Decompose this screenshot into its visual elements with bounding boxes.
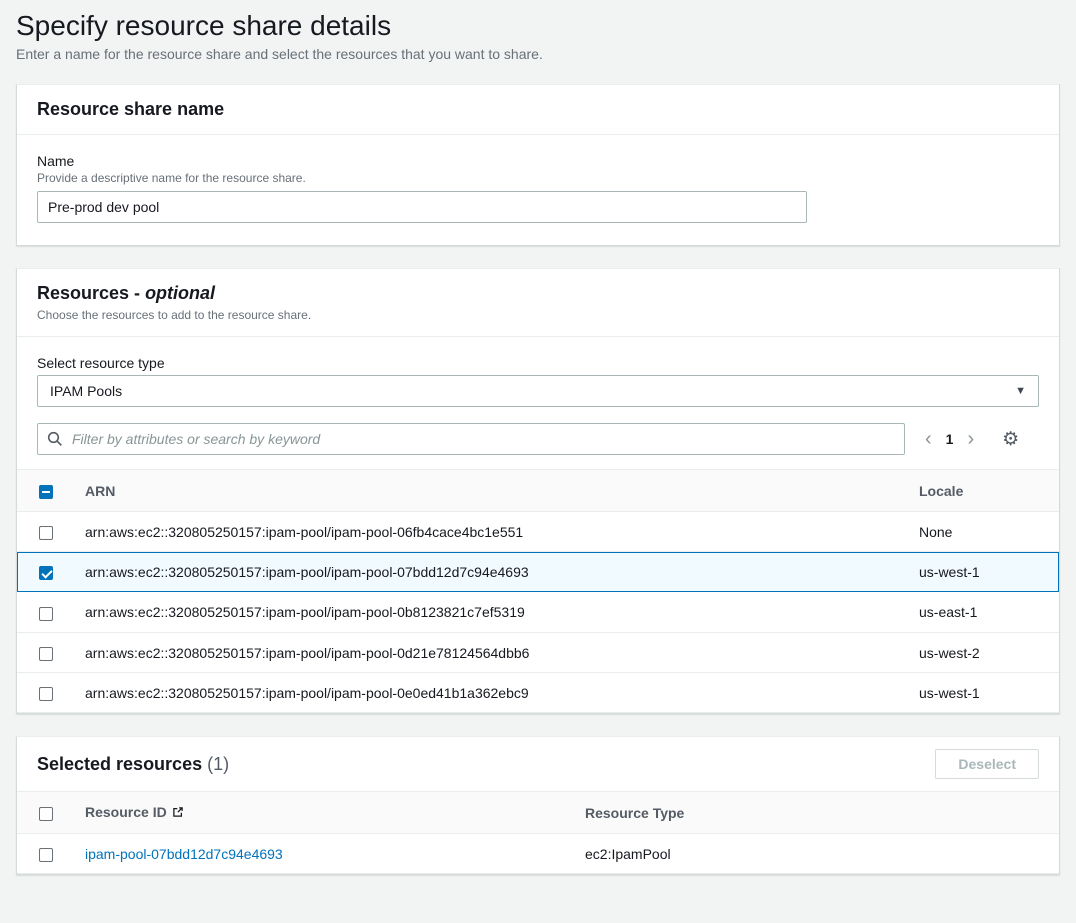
resource-id-column-header: Resource ID [75,791,575,834]
resources-title: Resources - optional [37,283,1039,304]
table-row[interactable]: arn:aws:ec2::320805250157:ipam-pool/ipam… [17,512,1059,552]
resource-share-name-header: Resource share name [17,85,1059,135]
select-all-checkbox[interactable] [39,485,53,499]
locale-cell: None [909,512,1059,552]
resource-id-header-label: Resource ID [85,804,167,820]
resource-id-link[interactable]: ipam-pool-07bdd12d7c94e4693 [85,846,283,862]
arn-cell: arn:aws:ec2::320805250157:ipam-pool/ipam… [75,592,909,632]
selected-table-row[interactable]: ipam-pool-07bdd12d7c94e4693 ec2:IpamPool [17,834,1059,874]
locale-cell: us-west-2 [909,633,1059,673]
resources-card: Resources - optional Choose the resource… [16,268,1060,714]
table-row[interactable]: arn:aws:ec2::320805250157:ipam-pool/ipam… [17,592,1059,632]
current-page-number: 1 [940,431,960,447]
row-checkbox[interactable] [39,566,53,580]
arn-cell: arn:aws:ec2::320805250157:ipam-pool/ipam… [75,512,909,552]
resource-type-cell: ec2:IpamPool [575,834,1059,874]
arn-cell: arn:aws:ec2::320805250157:ipam-pool/ipam… [75,633,909,673]
row-checkbox[interactable] [39,526,53,540]
resource-share-name-title: Resource share name [37,99,1039,120]
locale-cell: us-east-1 [909,592,1059,632]
previous-page-button[interactable]: ‹ [917,427,940,451]
resources-header: Resources - optional Choose the resource… [17,269,1059,337]
selected-select-all-checkbox[interactable] [39,807,53,821]
arn-cell: arn:aws:ec2::320805250157:ipam-pool/ipam… [75,673,909,713]
resources-title-optional: optional [145,283,215,303]
filter-input[interactable] [37,423,905,455]
resources-description: Choose the resources to add to the resou… [37,308,1039,322]
next-page-button[interactable]: › [959,427,982,451]
table-row-selected[interactable]: arn:aws:ec2::320805250157:ipam-pool/ipam… [17,552,1059,592]
page: Specify resource share details Enter a n… [0,0,1076,887]
name-input[interactable] [37,191,807,223]
filter-wrap [37,423,905,455]
selected-resources-count: (1) [207,754,229,774]
resource-type-select[interactable]: IPAM Pools ▼ [37,375,1039,407]
external-link-icon [172,805,184,821]
name-field-label: Name [37,153,1039,169]
search-icon [47,431,63,452]
resource-type-label: Select resource type [37,355,1039,371]
resource-type-column-header: Resource Type [575,791,1059,834]
page-subtitle: Enter a name for the resource share and … [16,46,1060,62]
selected-resources-title: Selected resources (1) [37,754,229,775]
selected-resources-title-text: Selected resources [37,754,202,774]
resources-body: Select resource type IPAM Pools ▼ ‹ 1 › … [17,337,1059,455]
arn-column-header: ARN [75,469,909,511]
deselect-button[interactable]: Deselect [935,749,1039,779]
locale-column-header: Locale [909,469,1059,511]
settings-gear-icon[interactable]: ⚙ [1002,430,1019,449]
table-row[interactable]: arn:aws:ec2::320805250157:ipam-pool/ipam… [17,673,1059,713]
resources-table-header-row: ARN Locale [17,469,1059,511]
table-row[interactable]: arn:aws:ec2::320805250157:ipam-pool/ipam… [17,633,1059,673]
row-checkbox[interactable] [39,687,53,701]
pagination: ‹ 1 › [917,427,982,451]
selected-resources-table: Resource ID Resource Type ipam-pool-07bd… [17,791,1059,874]
resources-title-text: Resources - [37,283,140,303]
resources-table: ARN Locale arn:aws:ec2::320805250157:ipa… [17,469,1059,713]
locale-cell: us-west-1 [909,673,1059,713]
row-checkbox[interactable] [39,848,53,862]
page-title: Specify resource share details [16,8,1060,44]
locale-cell: us-west-1 [909,552,1059,592]
name-field-hint: Provide a descriptive name for the resou… [37,171,1039,185]
row-checkbox[interactable] [39,647,53,661]
selected-resources-card: Selected resources (1) Deselect Resource… [16,736,1060,875]
selected-table-header-row: Resource ID Resource Type [17,791,1059,834]
selected-resources-header: Selected resources (1) Deselect [17,737,1059,791]
row-checkbox[interactable] [39,607,53,621]
arn-cell: arn:aws:ec2::320805250157:ipam-pool/ipam… [75,552,909,592]
filter-row: ‹ 1 › ⚙ [37,423,1039,455]
resource-share-name-card: Resource share name Name Provide a descr… [16,84,1060,246]
resource-share-name-body: Name Provide a descriptive name for the … [17,135,1059,245]
dropdown-caret-icon: ▼ [1015,385,1026,397]
resource-type-selected-value: IPAM Pools [50,383,122,399]
